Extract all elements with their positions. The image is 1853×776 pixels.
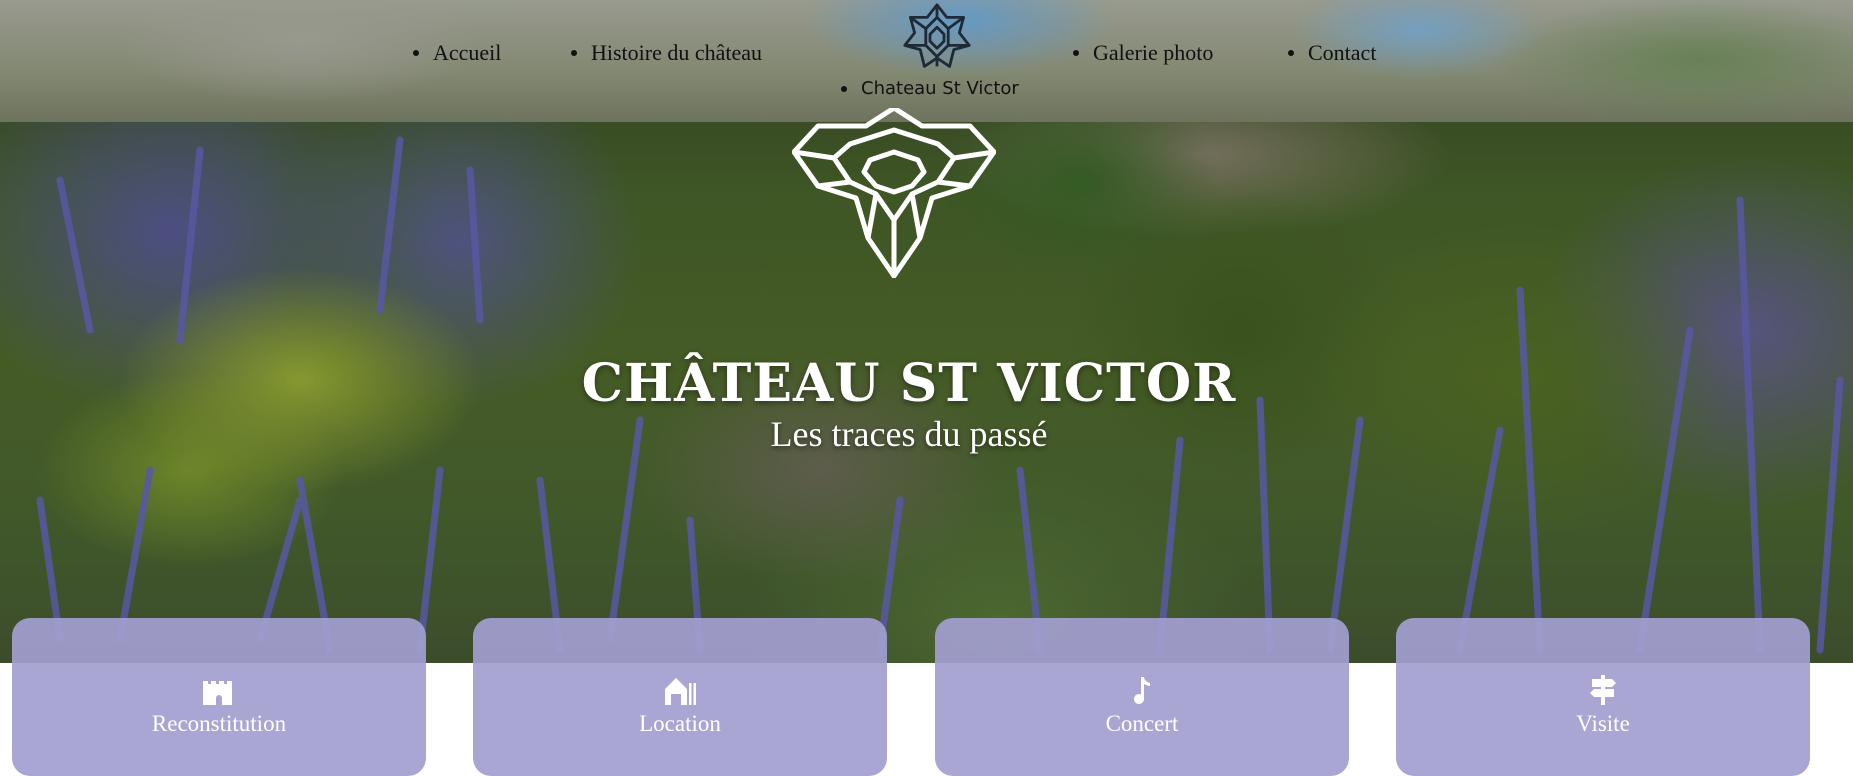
nav-item-label: Chateau St Victor [861, 78, 1019, 99]
castle-icon [203, 681, 232, 705]
card-label: Reconstitution [151, 711, 287, 736]
nav-item-contact[interactable]: Contact [1288, 40, 1376, 66]
page-subtitle: Les traces du passé [770, 414, 1048, 454]
nav-item-label: Accueil [433, 40, 502, 65]
card-visite[interactable]: Visite [1396, 618, 1810, 776]
music-note-icon [1134, 677, 1150, 704]
bullet-icon [841, 85, 847, 92]
chateau-emblem-icon [792, 108, 996, 278]
bullet-icon [413, 50, 419, 56]
bullet-icon [1288, 50, 1294, 56]
nav-item-histoire[interactable]: Histoire du château [571, 40, 762, 66]
logo-icon[interactable] [902, 2, 972, 72]
card-label: Visite [1576, 711, 1630, 736]
nav-item-galerie[interactable]: Galerie photo [1073, 40, 1213, 66]
card-reconstitution[interactable]: Reconstitution [12, 618, 426, 776]
signpost-icon [1590, 675, 1616, 705]
service-cards: Reconstitution Location Concert Visite [0, 618, 1853, 776]
card-location[interactable]: Location [473, 618, 887, 776]
nav-item-accueil[interactable]: Accueil [413, 40, 501, 66]
page-title: CHÂTEAU ST VICTOR [581, 352, 1237, 414]
card-concert[interactable]: Concert [935, 618, 1349, 776]
card-label: Location [639, 711, 721, 736]
nav-item-label: Galerie photo [1093, 40, 1214, 65]
bullet-icon [1073, 50, 1079, 56]
bullet-icon [571, 50, 577, 56]
barn-icon [665, 678, 696, 705]
nav-item-label: Histoire du château [591, 40, 763, 65]
card-label: Concert [1105, 711, 1179, 736]
nav-item-home[interactable]: Chateau St Victor [841, 78, 1019, 99]
nav-item-label: Contact [1308, 40, 1377, 65]
